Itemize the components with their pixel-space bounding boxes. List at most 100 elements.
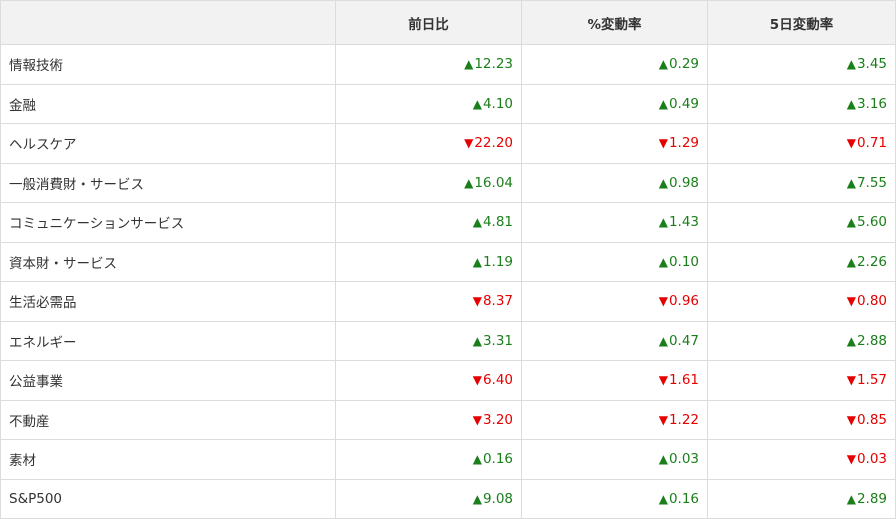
cell-value: 0.96 bbox=[668, 293, 699, 310]
header-percent-change: %変動率 bbox=[521, 0, 708, 45]
cell-value: 1.57 bbox=[856, 372, 887, 389]
sector-name: 資本財・サービス bbox=[0, 241, 336, 282]
cell-value: 8.37 bbox=[482, 293, 513, 310]
sector-name: 公益事業 bbox=[0, 360, 336, 401]
cell-day-change: ▲4.10 bbox=[335, 83, 522, 124]
cell-percent-change: ▼1.22 bbox=[521, 399, 708, 440]
cell-value: 2.88 bbox=[856, 332, 887, 349]
table-row: 素材 ▲0.16 ▲0.03 ▼0.03 bbox=[0, 439, 896, 480]
down-triangle-icon: ▼ bbox=[472, 373, 482, 388]
down-triangle-icon: ▼ bbox=[846, 373, 856, 388]
cell-percent-change: ▼1.61 bbox=[521, 360, 708, 401]
sector-name: エネルギー bbox=[0, 320, 336, 361]
up-triangle-icon: ▲ bbox=[658, 333, 668, 348]
down-triangle-icon: ▼ bbox=[846, 452, 856, 467]
cell-day-change: ▲3.31 bbox=[335, 320, 522, 361]
cell-value: 3.31 bbox=[482, 332, 513, 349]
up-triangle-icon: ▲ bbox=[846, 254, 856, 269]
cell-value: 3.45 bbox=[856, 56, 887, 73]
down-triangle-icon: ▼ bbox=[658, 136, 668, 151]
up-triangle-icon: ▲ bbox=[472, 215, 482, 230]
cell-value: 7.55 bbox=[856, 174, 887, 191]
sector-performance-table: 前日比 %変動率 5日変動率 情報技術 ▲12.23 ▲0.29 ▲3.45 金融 ▲4.… bbox=[0, 0, 896, 519]
up-triangle-icon: ▲ bbox=[846, 215, 856, 230]
up-triangle-icon: ▲ bbox=[472, 333, 482, 348]
cell-percent-change: ▲0.49 bbox=[521, 83, 708, 124]
cell-value: 0.80 bbox=[856, 293, 887, 310]
cell-value: 3.16 bbox=[856, 95, 887, 112]
cell-percent-change: ▲0.16 bbox=[521, 478, 708, 519]
cell-value: 3.20 bbox=[482, 411, 513, 428]
cell-value: 6.40 bbox=[482, 372, 513, 389]
cell-day-change: ▼3.20 bbox=[335, 399, 522, 440]
cell-5day-change: ▲2.26 bbox=[707, 241, 896, 282]
down-triangle-icon: ▼ bbox=[846, 136, 856, 151]
table-row: S&P500 ▲9.08 ▲0.16 ▲2.89 bbox=[0, 478, 896, 519]
sector-name: 金融 bbox=[0, 83, 336, 124]
cell-value: 12.23 bbox=[474, 56, 513, 73]
up-triangle-icon: ▲ bbox=[658, 491, 668, 506]
cell-value: 0.03 bbox=[668, 451, 699, 468]
down-triangle-icon: ▼ bbox=[464, 136, 474, 151]
down-triangle-icon: ▼ bbox=[658, 294, 668, 309]
table-row: 情報技術 ▲12.23 ▲0.29 ▲3.45 bbox=[0, 44, 896, 85]
down-triangle-icon: ▼ bbox=[658, 412, 668, 427]
cell-5day-change: ▼1.57 bbox=[707, 360, 896, 401]
cell-value: 1.61 bbox=[668, 372, 699, 389]
cell-value: 22.20 bbox=[474, 135, 513, 152]
up-triangle-icon: ▲ bbox=[846, 57, 856, 72]
up-triangle-icon: ▲ bbox=[658, 96, 668, 111]
table-row: 一般消費財・サービス ▲16.04 ▲0.98 ▲7.55 bbox=[0, 162, 896, 203]
cell-value: 1.22 bbox=[668, 411, 699, 428]
table-row: 生活必需品 ▼8.37 ▼0.96 ▼0.80 bbox=[0, 281, 896, 322]
cell-value: 4.10 bbox=[482, 95, 513, 112]
cell-value: 0.29 bbox=[668, 56, 699, 73]
cell-value: 0.47 bbox=[668, 332, 699, 349]
cell-value: 5.60 bbox=[856, 214, 887, 231]
table-row: ヘルスケア ▼22.20 ▼1.29 ▼0.71 bbox=[0, 123, 896, 164]
table-row: 資本財・サービス ▲1.19 ▲0.10 ▲2.26 bbox=[0, 241, 896, 282]
cell-value: 1.29 bbox=[668, 135, 699, 152]
cell-day-change: ▼22.20 bbox=[335, 123, 522, 164]
sector-name: S&P500 bbox=[0, 478, 336, 519]
cell-day-change: ▲9.08 bbox=[335, 478, 522, 519]
header-row: 前日比 %変動率 5日変動率 bbox=[0, 0, 896, 45]
sector-name: 一般消費財・サービス bbox=[0, 162, 336, 203]
up-triangle-icon: ▲ bbox=[472, 452, 482, 467]
down-triangle-icon: ▼ bbox=[472, 412, 482, 427]
cell-value: 0.16 bbox=[668, 490, 699, 507]
up-triangle-icon: ▲ bbox=[658, 452, 668, 467]
cell-day-change: ▲12.23 bbox=[335, 44, 522, 85]
cell-value: 4.81 bbox=[482, 214, 513, 231]
cell-5day-change: ▼0.71 bbox=[707, 123, 896, 164]
down-triangle-icon: ▼ bbox=[658, 373, 668, 388]
header-day-change: 前日比 bbox=[335, 0, 522, 45]
cell-value: 1.19 bbox=[482, 253, 513, 270]
cell-percent-change: ▼0.96 bbox=[521, 281, 708, 322]
cell-value: 2.89 bbox=[856, 490, 887, 507]
cell-percent-change: ▲0.98 bbox=[521, 162, 708, 203]
cell-value: 2.26 bbox=[856, 253, 887, 270]
sector-name: 情報技術 bbox=[0, 44, 336, 85]
cell-5day-change: ▲2.88 bbox=[707, 320, 896, 361]
up-triangle-icon: ▲ bbox=[846, 96, 856, 111]
cell-day-change: ▼6.40 bbox=[335, 360, 522, 401]
cell-percent-change: ▲1.43 bbox=[521, 202, 708, 243]
sector-name: 素材 bbox=[0, 439, 336, 480]
cell-5day-change: ▼0.03 bbox=[707, 439, 896, 480]
cell-value: 0.85 bbox=[856, 411, 887, 428]
up-triangle-icon: ▲ bbox=[658, 175, 668, 190]
cell-5day-change: ▼0.85 bbox=[707, 399, 896, 440]
cell-value: 0.10 bbox=[668, 253, 699, 270]
cell-day-change: ▲4.81 bbox=[335, 202, 522, 243]
up-triangle-icon: ▲ bbox=[472, 96, 482, 111]
down-triangle-icon: ▼ bbox=[846, 294, 856, 309]
cell-5day-change: ▲2.89 bbox=[707, 478, 896, 519]
cell-5day-change: ▼0.80 bbox=[707, 281, 896, 322]
cell-value: 0.49 bbox=[668, 95, 699, 112]
table-header: 前日比 %変動率 5日変動率 bbox=[0, 0, 896, 45]
cell-5day-change: ▲5.60 bbox=[707, 202, 896, 243]
up-triangle-icon: ▲ bbox=[846, 491, 856, 506]
up-triangle-icon: ▲ bbox=[658, 254, 668, 269]
cell-day-change: ▲1.19 bbox=[335, 241, 522, 282]
